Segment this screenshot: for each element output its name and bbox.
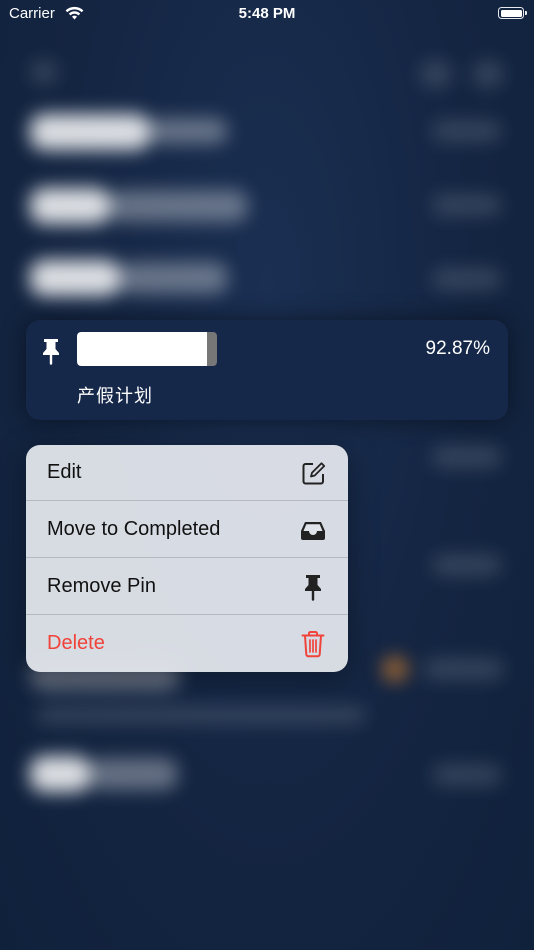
blurred-row: [30, 114, 150, 150]
menu-item-label: Remove Pin: [47, 575, 156, 597]
plan-progress-bar: [77, 332, 217, 366]
menu-item-label: Edit: [47, 461, 82, 483]
blurred-row: [30, 260, 120, 296]
blurred-row: [424, 658, 504, 680]
menu-item-label: Delete: [47, 632, 105, 654]
status-time: 5:48 PM: [238, 5, 296, 22]
blurred-row: [432, 194, 502, 216]
trash-icon: [301, 631, 325, 658]
edit-icon: [302, 462, 326, 485]
blurred-row: [432, 268, 502, 290]
blurred-row: [36, 706, 366, 724]
menu-item-remove-pin[interactable]: Remove Pin: [26, 559, 348, 615]
blurred-row: [88, 758, 178, 790]
blurred-header-icon: [420, 60, 452, 88]
menu-item-move-to-completed[interactable]: Move to Completed: [26, 502, 348, 558]
blurred-header-icon: [472, 60, 504, 88]
blurred-row: [432, 120, 502, 142]
blurred-row: [108, 190, 248, 222]
blurred-row: [432, 446, 502, 468]
pinned-plan-card[interactable]: 92.87% 产假计划: [26, 320, 508, 420]
battery-icon: [498, 7, 527, 19]
blurred-row: [432, 764, 502, 786]
status-bar: Carrier 5:48 PM: [0, 0, 534, 28]
plan-name: 产假计划: [77, 386, 153, 407]
blurred-row: [30, 756, 90, 792]
pin-icon: [43, 339, 59, 365]
blurred-row: [118, 262, 228, 294]
menu-item-delete[interactable]: Delete: [26, 616, 348, 672]
context-menu: Edit Move to Completed Remove Pin Delete: [26, 445, 348, 672]
menu-item-label: Move to Completed: [47, 518, 221, 540]
blurred-row: [382, 656, 408, 682]
blurred-row: [148, 118, 228, 144]
blurred-row: [30, 188, 110, 224]
plan-progress-percent: 92.87%: [425, 338, 490, 359]
blurred-row: [432, 554, 502, 576]
menu-item-edit[interactable]: Edit: [26, 445, 348, 501]
pin-icon: [305, 575, 321, 601]
blurred-header-icon: [30, 60, 58, 84]
tray-icon: [301, 522, 325, 540]
plan-progress-fill: [77, 332, 208, 366]
